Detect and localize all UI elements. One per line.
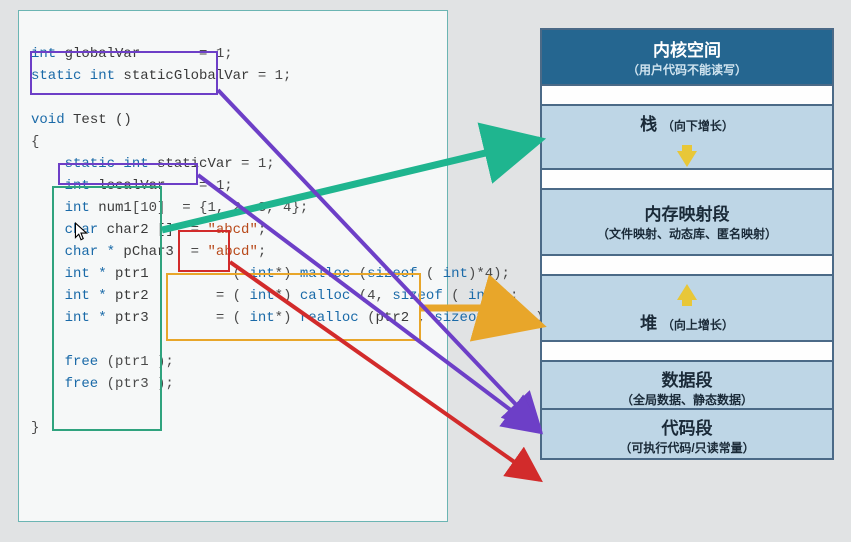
arrow-up-icon [677, 284, 697, 300]
mem-gap [542, 170, 832, 190]
highlight-heap-alloc [166, 273, 421, 341]
highlight-staticvar [58, 163, 198, 185]
mem-code: 代码段 （可执行代码/只读常量） [542, 410, 832, 458]
mem-heap: 堆 （向上增长） [542, 276, 832, 342]
mem-gap [542, 342, 832, 362]
memory-layout-panel: 内核空间 （用户代码不能读写） 栈 （向下增长） 内存映射段 （文件映射、动态库… [540, 28, 834, 460]
mem-gap [542, 256, 832, 276]
mem-mmap: 内存映射段 （文件映射、动态库、匿名映射） [542, 190, 832, 256]
highlight-globals [30, 51, 218, 95]
mem-kernel: 内核空间 （用户代码不能读写） [542, 30, 832, 86]
highlight-stackvars [52, 186, 162, 431]
code-func-sig: void Test () [31, 109, 435, 131]
mem-data: 数据段 （全局数据、静态数据） [542, 362, 832, 410]
arrow-down-icon [677, 151, 697, 167]
mem-gap [542, 86, 832, 106]
mem-stack: 栈 （向下增长） [542, 106, 832, 170]
code-brace-open: { [31, 131, 435, 153]
highlight-string-literals [178, 230, 230, 272]
code-blank [31, 21, 435, 43]
mouse-cursor-icon [74, 222, 88, 242]
